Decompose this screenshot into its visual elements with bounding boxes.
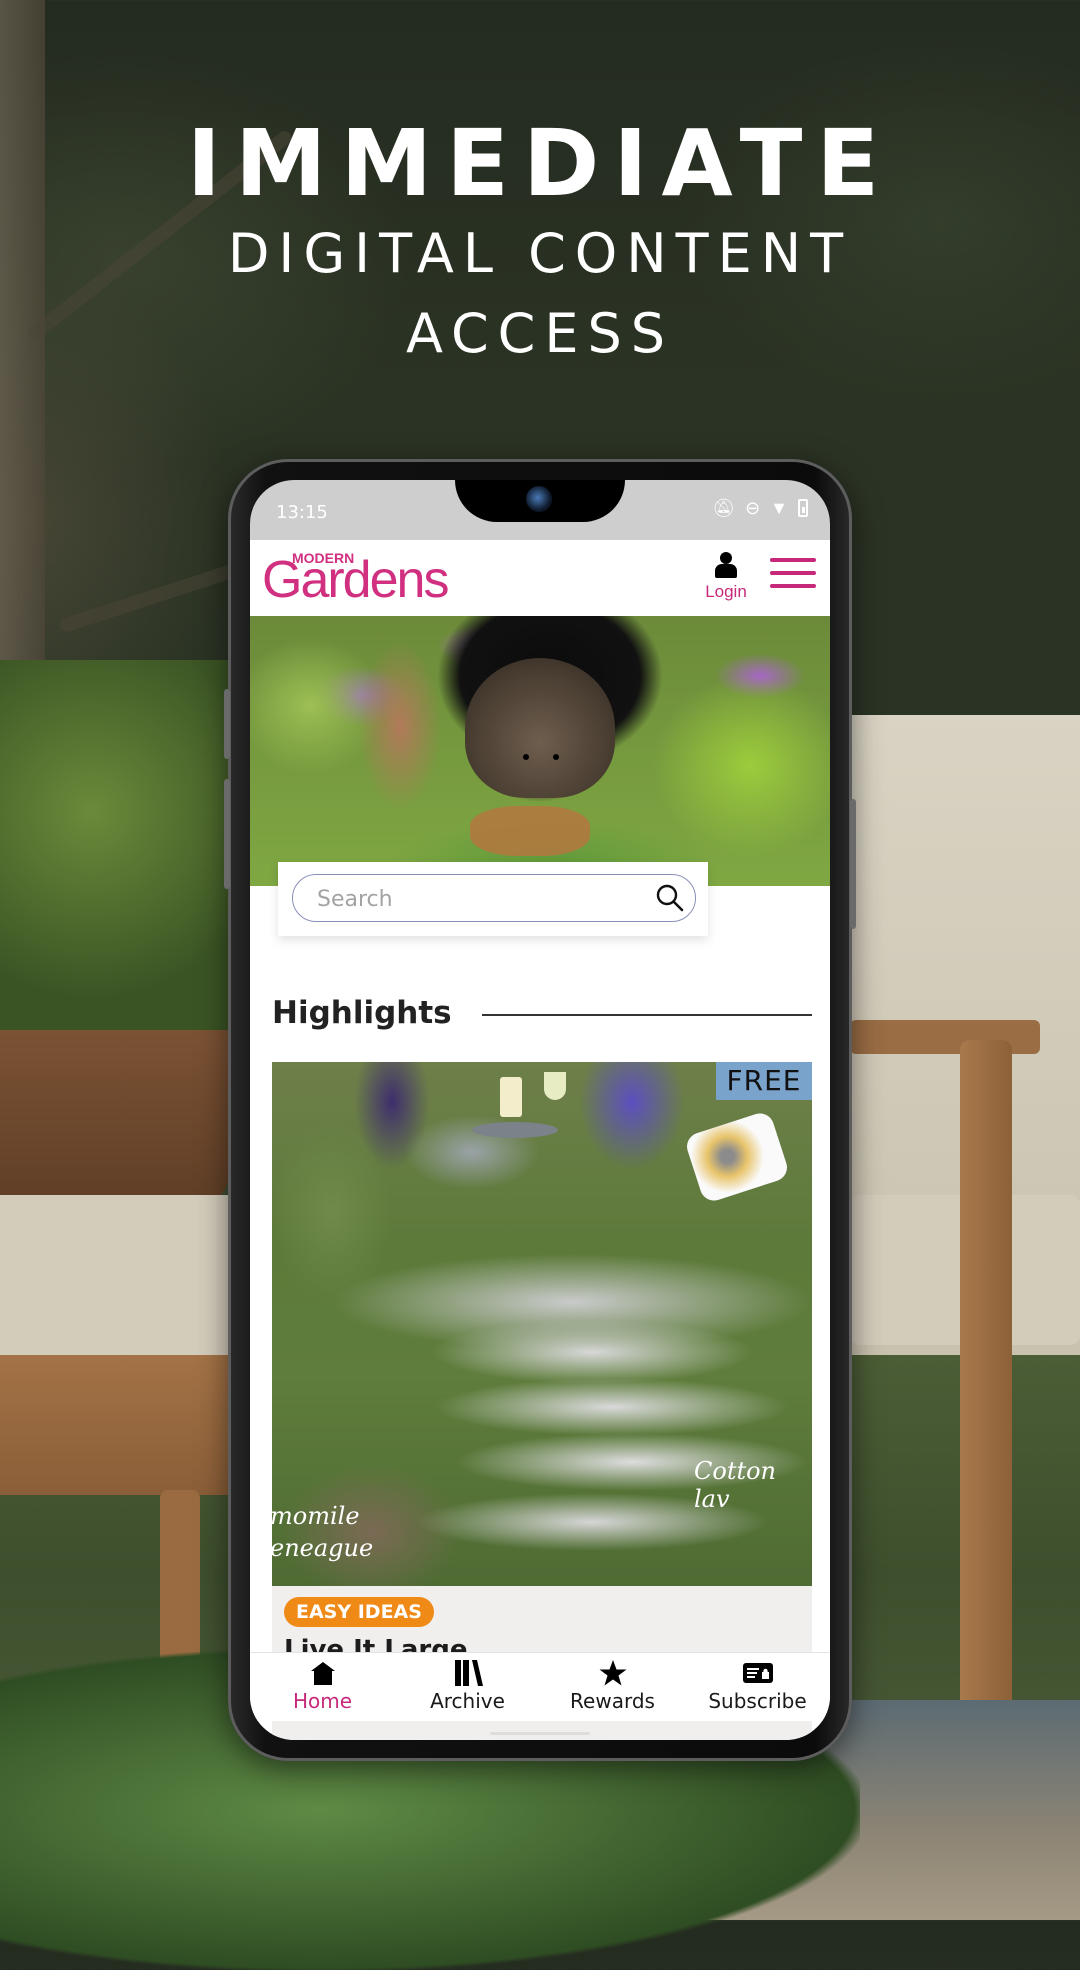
login-label: Login: [705, 582, 747, 601]
chair-cushion: [0, 1195, 230, 1355]
image-annotation: eneague: [272, 1534, 374, 1562]
image-annotation: momile: [272, 1502, 360, 1530]
notifications-off-icon: 🔕︎: [712, 498, 736, 518]
gesture-bar[interactable]: [490, 1732, 590, 1735]
nav-home[interactable]: Home: [250, 1653, 395, 1721]
battery-charging-icon: [798, 499, 808, 517]
article-card[interactable]: momile eneague Cotton lav FREE EASY IDEA…: [272, 1062, 812, 1740]
article-image[interactable]: momile eneague Cotton lav FREE: [272, 1062, 812, 1586]
hamburger-menu-icon[interactable]: [770, 558, 816, 592]
phone-side-button: [224, 779, 230, 889]
phone-power-button: [850, 799, 856, 929]
star-icon: [599, 1660, 626, 1686]
chair-frame: [0, 1355, 230, 1495]
wifi-icon: ▼: [770, 498, 788, 518]
section-title-highlights: Highlights: [272, 995, 452, 1031]
nav-rewards[interactable]: Rewards: [540, 1653, 685, 1721]
app-viewport: MODERN Gardens Login Search Highlights m…: [250, 540, 830, 1740]
nav-label: Subscribe: [708, 1689, 807, 1713]
search-input[interactable]: [315, 883, 649, 915]
chair-leg: [960, 1040, 1012, 1750]
autumn-leaves: [470, 806, 590, 856]
nav-label: Rewards: [570, 1689, 655, 1713]
free-badge: FREE: [716, 1062, 812, 1100]
search-icon[interactable]: [655, 883, 685, 913]
status-bar: 13:15 🔕︎ ⊖ ▼: [250, 480, 830, 540]
promo-subheadline-1: DIGITAL CONTENT: [227, 222, 853, 285]
cushion: [683, 1109, 791, 1205]
status-time: 13:15: [276, 502, 328, 523]
candle: [500, 1077, 522, 1117]
wine-glass: [544, 1072, 566, 1100]
search-field[interactable]: [292, 874, 696, 922]
promo-headline: IMMEDIATE: [186, 110, 894, 217]
phone-screen: 13:15 🔕︎ ⊖ ▼ MODERN Gardens Login Search…: [250, 480, 830, 1740]
do-not-disturb-icon: ⊖: [745, 498, 761, 518]
hedge: [0, 660, 230, 1040]
user-icon: [713, 552, 739, 580]
archive-icon: [454, 1660, 483, 1686]
phone-mockup: 13:15 🔕︎ ⊖ ▼ MODERN Gardens Login Search…: [224, 459, 856, 1761]
app-header: MODERN Gardens Login: [250, 540, 830, 616]
hedgehog-illustration: [465, 658, 615, 798]
home-icon: [310, 1662, 335, 1685]
front-camera: [526, 486, 552, 512]
status-icons: 🔕︎ ⊖ ▼: [712, 498, 808, 518]
image-annotation: Cotton lav: [694, 1457, 777, 1513]
bottom-navigation: Home Archive Rewards Subscribe: [250, 1652, 830, 1721]
nav-label: Home: [292, 1689, 353, 1713]
modern-gardens-logo[interactable]: MODERN Gardens: [262, 548, 449, 606]
category-tag[interactable]: EASY IDEAS: [284, 1597, 434, 1627]
hero-image: [250, 616, 830, 886]
nav-archive[interactable]: Archive: [395, 1653, 540, 1721]
nav-subscribe[interactable]: Subscribe: [685, 1653, 830, 1721]
section-divider: [482, 1014, 812, 1016]
logo-large-text: Gardens: [262, 551, 449, 609]
promo-subheadline-2: ACCESS: [405, 302, 675, 365]
garden-table: [472, 1122, 558, 1138]
nav-label: Archive: [430, 1689, 505, 1713]
side-table: [0, 1030, 230, 1210]
phone-side-button: [224, 689, 230, 759]
subscribe-icon: [742, 1663, 773, 1683]
login-button[interactable]: Login: [702, 552, 750, 602]
search-card: [278, 862, 708, 936]
